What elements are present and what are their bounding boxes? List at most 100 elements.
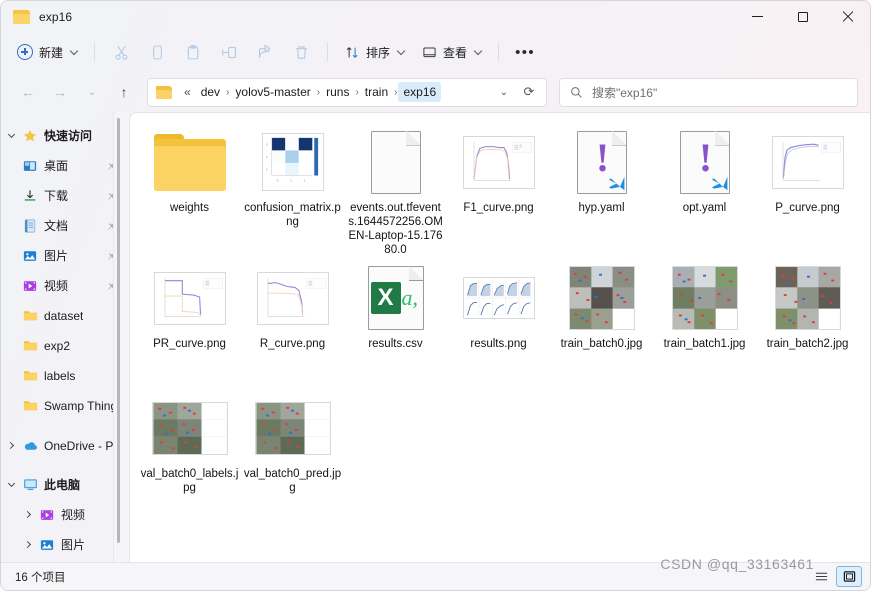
sidebar-item-downloads[interactable]: 下载 bbox=[3, 181, 125, 210]
file-item[interactable]: 0 1 2 0 1 2 confusion_matrix.png bbox=[241, 123, 344, 257]
file-thumbnail bbox=[461, 265, 537, 331]
sidebar-item-desktop[interactable]: 桌面 bbox=[3, 151, 125, 180]
file-item[interactable]: train_batch1.jpg bbox=[653, 259, 756, 387]
sidebar-item-labels[interactable]: labels bbox=[3, 361, 125, 390]
back-button[interactable]: ← bbox=[13, 77, 43, 107]
folder-icon bbox=[20, 308, 40, 323]
sidebar-item-documents[interactable]: 文档 bbox=[3, 211, 125, 240]
expand-toggle-pc-videos[interactable] bbox=[20, 510, 37, 519]
maximize-button[interactable] bbox=[780, 1, 825, 32]
file-item[interactable]: train_batch2.jpg bbox=[756, 259, 859, 387]
file-item[interactable]: R_curve.png bbox=[241, 259, 344, 387]
sidebar-item-exp2[interactable]: exp2 bbox=[3, 331, 125, 360]
file-item[interactable]: train_batch0.jpg bbox=[550, 259, 653, 387]
more-options-button[interactable]: ••• bbox=[508, 37, 542, 67]
file-item[interactable]: all cls F1_curve.png bbox=[447, 123, 550, 257]
breadcrumb-item-3[interactable]: train bbox=[360, 82, 393, 102]
up-button[interactable]: ↑ bbox=[109, 77, 139, 107]
file-name: val_batch0_pred.jpg bbox=[243, 468, 342, 494]
expand-toggle-onedrive[interactable] bbox=[3, 441, 20, 450]
file-name: val_batch0_labels.jpg bbox=[140, 468, 239, 494]
file-thumbnail bbox=[358, 129, 434, 195]
paste-icon bbox=[187, 44, 198, 59]
sidebar-group-this-pc[interactable]: 此电脑 bbox=[3, 470, 125, 499]
breadcrumb-item-2[interactable]: runs bbox=[321, 82, 354, 102]
file-item[interactable]: ! hyp.yaml bbox=[550, 123, 653, 257]
sidebar-item-pictures[interactable]: 图片 bbox=[3, 241, 125, 270]
file-item[interactable]: weights bbox=[138, 123, 241, 257]
sidebar-item-dataset[interactable]: dataset bbox=[3, 301, 125, 330]
refresh-button[interactable]: ⟳ bbox=[516, 81, 542, 103]
view-button[interactable]: 查看 bbox=[414, 37, 489, 67]
file-list-pane[interactable]: weights 0 1 2 0 1 2 confusion_matrix.png… bbox=[129, 112, 870, 562]
file-thumbnail: ! bbox=[667, 129, 743, 195]
excel-glyph: X bbox=[370, 282, 401, 314]
sidebar-group-onedrive[interactable]: OneDrive - Pers bbox=[3, 431, 125, 460]
list-view-icon bbox=[815, 572, 827, 581]
file-name: train_batch1.jpg bbox=[663, 338, 746, 350]
rename-button[interactable] bbox=[212, 37, 246, 67]
sidebar-item-pc-videos[interactable]: 视频 bbox=[3, 500, 125, 529]
file-item[interactable]: events.out.tfevents.1644572256.OMEN-Lapt… bbox=[344, 123, 447, 257]
up-arrow-icon: ↑ bbox=[120, 84, 128, 100]
file-item[interactable]: PR_curve.png bbox=[138, 259, 241, 387]
tile-view-button[interactable] bbox=[836, 566, 862, 587]
expand-toggle-this-pc[interactable] bbox=[3, 479, 20, 487]
val-batch-thumbnail bbox=[151, 401, 228, 455]
sidebar-item-label-labels: labels bbox=[44, 368, 76, 383]
sidebar-item-label-pc-videos: 视频 bbox=[61, 508, 86, 522]
delete-button[interactable] bbox=[284, 37, 318, 67]
list-view-button[interactable] bbox=[808, 566, 834, 587]
file-item[interactable]: results.png bbox=[447, 259, 550, 387]
search-placeholder: 搜索"exp16" bbox=[592, 85, 658, 100]
onedrive-icon bbox=[20, 438, 40, 453]
train-batch-thumbnail bbox=[671, 266, 738, 330]
breadcrumb-overflow[interactable]: « bbox=[179, 82, 196, 102]
file-item[interactable]: ! opt.yaml bbox=[653, 123, 756, 257]
share-button[interactable] bbox=[248, 37, 282, 67]
forward-button[interactable]: → bbox=[45, 77, 75, 107]
recent-locations-button[interactable]: ⌄ bbox=[77, 77, 107, 107]
file-name: opt.yaml bbox=[682, 202, 727, 214]
sort-button[interactable]: 排序 bbox=[337, 37, 412, 67]
address-bar: ← → ⌄ ↑ « dev › yolov5-master › runs › t… bbox=[1, 72, 870, 112]
cut-button[interactable] bbox=[104, 37, 138, 67]
close-button[interactable] bbox=[825, 1, 870, 32]
sidebar-item-pc-pictures[interactable]: 图片 bbox=[3, 530, 125, 559]
svg-text:0: 0 bbox=[276, 178, 278, 182]
sidebar-item-videos[interactable]: 视频 bbox=[3, 271, 125, 300]
status-bar: 16 个项目 bbox=[1, 562, 870, 590]
sidebar-group-label: 快速访问 bbox=[44, 129, 93, 143]
paste-button[interactable] bbox=[176, 37, 210, 67]
navigation-pane: 快速访问 桌面 下载 文档 图片 视频 dataset exp2 labels … bbox=[1, 112, 129, 562]
file-item[interactable]: X a, results.csv bbox=[344, 259, 447, 387]
pr-curve-thumbnail bbox=[153, 271, 226, 325]
folder-icon bbox=[153, 133, 226, 191]
file-item[interactable]: P_curve.png bbox=[756, 123, 859, 257]
pictures-icon bbox=[20, 249, 40, 263]
breadcrumb[interactable]: « dev › yolov5-master › runs › train › e… bbox=[147, 77, 547, 107]
sidebar-item-label-dataset: dataset bbox=[44, 308, 84, 323]
item-count: 16 个项目 bbox=[15, 571, 66, 584]
chevron-down-icon-view bbox=[473, 46, 483, 55]
expand-toggle-pc-pictures[interactable] bbox=[20, 540, 37, 549]
expand-toggle-quick-access[interactable] bbox=[3, 130, 20, 138]
sidebar-group-quick-access[interactable]: 快速访问 bbox=[3, 121, 125, 150]
videos-icon bbox=[37, 508, 57, 522]
breadcrumb-item-0[interactable]: dev bbox=[196, 82, 225, 102]
breadcrumb-dropdown-button[interactable]: ⌄ bbox=[492, 81, 516, 103]
new-button[interactable]: 新建 bbox=[11, 37, 85, 67]
vscode-icon bbox=[711, 176, 727, 190]
breadcrumb-item-1[interactable]: yolov5-master bbox=[230, 82, 315, 102]
minimize-button[interactable] bbox=[735, 1, 780, 32]
file-item[interactable]: val_batch0_labels.jpg bbox=[138, 389, 241, 517]
breadcrumb-item-4[interactable]: exp16 bbox=[398, 82, 442, 102]
breadcrumb-sep-2: › bbox=[355, 86, 359, 98]
search-box[interactable]: 搜索"exp16" bbox=[559, 77, 858, 107]
sidebar-scrollbar-track[interactable] bbox=[113, 112, 129, 562]
trash-icon bbox=[295, 45, 307, 59]
sidebar-scrollbar-thumb[interactable] bbox=[117, 118, 120, 543]
copy-button[interactable] bbox=[140, 37, 174, 67]
file-item[interactable]: val_batch0_pred.jpg bbox=[241, 389, 344, 517]
sidebar-item-swamp-thing[interactable]: Swamp Thing bbox=[3, 391, 125, 420]
